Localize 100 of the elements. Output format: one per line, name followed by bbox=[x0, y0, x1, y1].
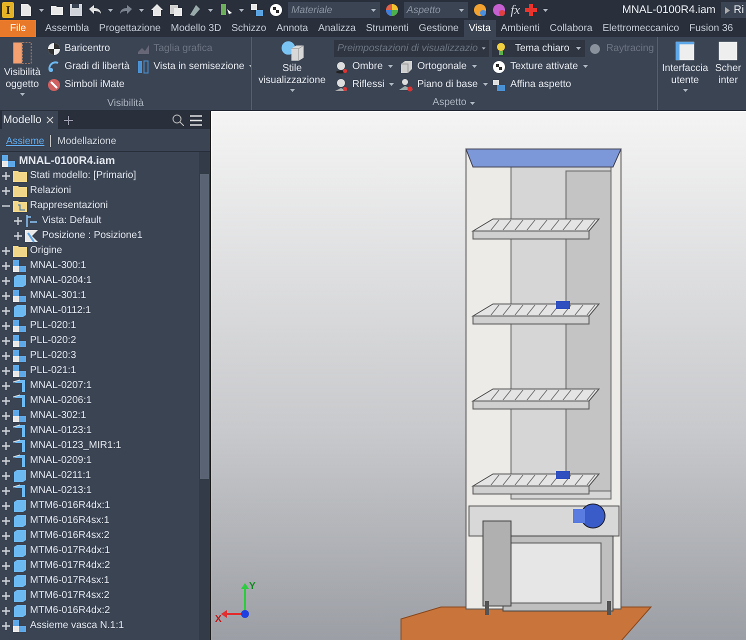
part-icon bbox=[13, 528, 27, 542]
browser-subtab[interactable]: Modellazione bbox=[57, 136, 116, 146]
folder-icon bbox=[13, 184, 27, 198]
part-icon bbox=[13, 558, 27, 572]
tree-item[interactable]: PLL-021:1 bbox=[30, 365, 76, 376]
tree-item[interactable]: MNAL-0211:1 bbox=[30, 470, 91, 481]
folder-icon bbox=[50, 3, 64, 17]
tree-item[interactable]: MTM6-016R4sx:1 bbox=[30, 515, 110, 526]
tree-item[interactable]: MTM6-017R4sx:2 bbox=[30, 590, 110, 601]
caret-icon bbox=[38, 8, 46, 12]
formula-button[interactable]: fx bbox=[510, 2, 520, 18]
search-field[interactable]: Ri bbox=[720, 2, 746, 18]
ribbon-button[interactable]: Baricentro bbox=[46, 40, 132, 57]
tree-item[interactable]: PLL-020:1 bbox=[30, 320, 76, 331]
caret-icon bbox=[470, 64, 478, 69]
ribbon-tab[interactable]: Progettazione bbox=[94, 20, 166, 37]
ground-plane-icon bbox=[399, 78, 414, 92]
ribbon-tab[interactable]: Annota bbox=[271, 20, 314, 37]
centroid-icon bbox=[46, 42, 60, 56]
ribbon-large-button[interactable]: Visibilità oggetto bbox=[3, 40, 42, 97]
display-preset-dropdown[interactable]: Tema chiaro bbox=[492, 40, 586, 57]
ribbon-tab[interactable]: Analizza bbox=[313, 20, 361, 37]
tree-item[interactable]: MNAL-0112:1 bbox=[30, 305, 91, 316]
home-icon bbox=[150, 3, 164, 17]
tree-item[interactable]: Relazioni bbox=[30, 185, 72, 196]
tree-item[interactable]: MNAL-0123_MIR1:1 bbox=[30, 440, 122, 451]
ribbon-tab[interactable]: Assembla bbox=[40, 20, 94, 37]
scrollbar[interactable] bbox=[199, 152, 210, 640]
blocks-icon bbox=[250, 3, 264, 17]
ribbon-tab[interactable]: Elettromeccanico bbox=[597, 20, 684, 37]
tree-item[interactable]: MNAL-0213:1 bbox=[30, 485, 92, 496]
tree-item[interactable]: MNAL-0209:1 bbox=[30, 455, 92, 466]
ribbon-button[interactable]: Ombre bbox=[334, 58, 396, 75]
tree-item[interactable]: MNAL-0206:1 bbox=[30, 395, 92, 406]
ribbon-tab[interactable]: Fusion 36 bbox=[684, 20, 738, 37]
ribbon-tab[interactable]: Vista bbox=[464, 20, 496, 37]
ribbon-tab[interactable]: Ambienti bbox=[496, 20, 545, 37]
tree-item[interactable]: PLL-020:2 bbox=[30, 335, 76, 346]
assembly-icon bbox=[2, 154, 16, 168]
tree-item[interactable]: MNAL-301:1 bbox=[30, 290, 86, 301]
tree-item[interactable]: MNAL-0207:1 bbox=[30, 380, 92, 391]
part-icon bbox=[13, 498, 27, 512]
sheetmetal-icon bbox=[13, 394, 27, 408]
browser-subtab[interactable]: Assieme bbox=[6, 136, 44, 146]
ribbon-tab[interactable]: Schizzo bbox=[226, 20, 272, 37]
tree-item[interactable]: MNAL-0204:1 bbox=[30, 275, 92, 286]
sheetmetal-icon bbox=[13, 378, 27, 392]
ribbon-tab[interactable]: Strumenti bbox=[360, 20, 414, 37]
blocks-icon bbox=[492, 78, 506, 92]
sheetmetal-icon bbox=[13, 484, 27, 498]
caret-icon bbox=[582, 64, 589, 69]
ribbon-button[interactable]: Piano di base bbox=[399, 76, 490, 93]
save-icon bbox=[69, 3, 84, 17]
tree-item[interactable]: Origine bbox=[30, 245, 62, 256]
tree-item[interactable]: Stati modello: [Primario] bbox=[30, 170, 136, 181]
sheetmetal-icon bbox=[13, 438, 27, 452]
tree-item[interactable]: Assieme vasca N.1:1 bbox=[30, 620, 124, 631]
tree-item[interactable]: MNAL-0123:1 bbox=[30, 425, 92, 436]
ribbon-large-button[interactable]: Stile visualizzazione bbox=[255, 40, 330, 93]
tree-item[interactable]: MNAL-302:1 bbox=[30, 410, 86, 421]
assembly-icon bbox=[13, 334, 27, 348]
ribbon-tab[interactable]: Collabora bbox=[544, 20, 598, 37]
play-icon bbox=[724, 6, 730, 14]
browser-tab[interactable]: Modello bbox=[2, 111, 58, 129]
tree-item[interactable]: MTM6-017R4dx:1 bbox=[30, 545, 110, 556]
tree-item[interactable]: MNAL-300:1 bbox=[30, 260, 86, 271]
tree-item[interactable]: PLL-020:3 bbox=[30, 350, 76, 361]
ribbon-button[interactable]: Texture attivate bbox=[492, 58, 654, 75]
sheetmetal-icon bbox=[13, 454, 27, 468]
tree-item[interactable]: MNAL-0100R4.iam bbox=[19, 154, 115, 166]
tree-item[interactable]: MTM6-016R4dx:1 bbox=[30, 500, 110, 511]
ribbon-large-button[interactable]: Interfaccia utente bbox=[661, 40, 710, 93]
ribbon-tab[interactable]: Modello 3D bbox=[166, 20, 226, 37]
axis-label: X bbox=[215, 614, 222, 625]
ribbon-button[interactable]: Vista in semisezione bbox=[136, 58, 251, 75]
half-section-icon bbox=[136, 60, 150, 74]
ribbon-button[interactable]: Affina aspetto bbox=[492, 76, 654, 93]
part-icon bbox=[13, 544, 27, 558]
ribbon-button[interactable]: Gradi di libertà bbox=[46, 58, 132, 75]
ribbon-large-button[interactable]: Scher inter bbox=[714, 40, 742, 87]
texture-icon bbox=[269, 3, 284, 17]
tree-item[interactable]: Vista: Default bbox=[42, 215, 102, 226]
tree-item[interactable]: MTM6-016R4sx:2 bbox=[30, 530, 110, 541]
tree-item[interactable]: MTM6-016R4dx:2 bbox=[30, 605, 110, 616]
caret-icon bbox=[469, 100, 476, 106]
add-icon bbox=[64, 116, 73, 124]
assembly-icon bbox=[13, 618, 27, 632]
tree-item[interactable]: Rappresentazioni bbox=[30, 200, 108, 211]
part-icon bbox=[13, 514, 27, 528]
ribbon-button[interactable]: Ortogonale bbox=[399, 58, 490, 75]
color-wheel-icon bbox=[492, 3, 506, 17]
caret-icon bbox=[207, 8, 214, 12]
tree-item[interactable]: MTM6-017R4dx:2 bbox=[30, 560, 110, 571]
tree-item[interactable]: MTM6-017R4sx:1 bbox=[30, 575, 110, 586]
ribbon-tab[interactable]: Gestione bbox=[414, 20, 464, 37]
ribbon-button[interactable]: Simboli iMate bbox=[46, 76, 132, 93]
part-icon bbox=[13, 468, 27, 482]
app-logo[interactable]: I bbox=[2, 2, 14, 18]
tree-item[interactable]: Posizione : Posizione1 bbox=[42, 230, 143, 241]
ribbon-button[interactable]: Riflessi bbox=[334, 76, 396, 93]
